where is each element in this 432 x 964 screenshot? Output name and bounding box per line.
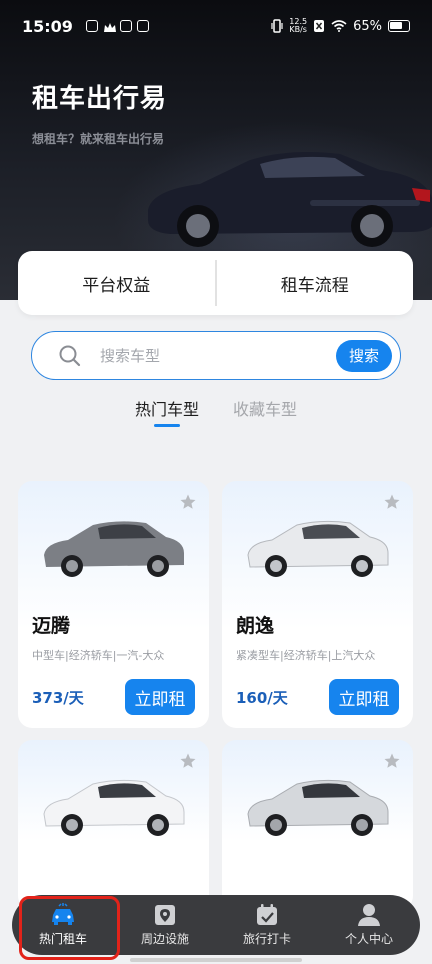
crown-icon bbox=[103, 20, 116, 32]
car-image bbox=[44, 521, 184, 577]
favorite-star-icon[interactable] bbox=[179, 752, 197, 770]
nav-nearby-facilities[interactable]: 周边设施 bbox=[114, 895, 216, 955]
car-name: 迈腾 bbox=[32, 615, 71, 637]
benefit-card: 平台权益 租车流程 bbox=[18, 251, 413, 315]
car-card[interactable]: 迈腾 中型车|经济轿车|一汽-大众 373/天 立即租 bbox=[18, 481, 209, 728]
wifi-icon bbox=[331, 20, 347, 32]
rental-process-button[interactable]: 租车流程 bbox=[217, 271, 414, 296]
mail-icon bbox=[136, 20, 149, 32]
favorite-star-icon[interactable] bbox=[383, 493, 401, 511]
status-bar: 15:09 12.5 KB/s 65% bbox=[0, 0, 432, 52]
vibrate-icon bbox=[271, 19, 283, 33]
nav-travel-checkin[interactable]: 旅行打卡 bbox=[216, 895, 318, 955]
favorite-star-icon[interactable] bbox=[179, 493, 197, 511]
hero-car-image bbox=[148, 152, 432, 247]
car-image bbox=[247, 779, 389, 836]
car-image bbox=[247, 520, 389, 577]
search-icon bbox=[59, 345, 81, 366]
platform-benefits-button[interactable]: 平台权益 bbox=[18, 271, 215, 296]
tab-hot-models[interactable]: 热门车型 bbox=[135, 396, 199, 427]
no-sim-icon bbox=[314, 20, 325, 32]
home-indicator[interactable] bbox=[130, 958, 302, 962]
selection-highlight bbox=[19, 896, 120, 960]
tab-favorite-models[interactable]: 收藏车型 bbox=[233, 396, 297, 424]
search-bar: 搜索 bbox=[31, 331, 401, 380]
nav-label: 旅行打卡 bbox=[242, 932, 291, 946]
car-price: 373/天 bbox=[32, 689, 84, 707]
notification-icon bbox=[85, 20, 98, 32]
car-price: 160/天 bbox=[236, 689, 288, 707]
location-pin-icon bbox=[155, 905, 175, 925]
car-tags: 中型车|经济轿车|一汽-大众 bbox=[32, 649, 165, 662]
hero-title: 租车出行易 bbox=[32, 84, 168, 114]
net-speed: 12.5 KB/s bbox=[289, 18, 307, 34]
person-icon bbox=[358, 904, 380, 926]
calendar-check-icon bbox=[257, 904, 277, 925]
car-tags: 紧凑型车|经济轿车|上汽大众 bbox=[236, 649, 376, 662]
car-card[interactable] bbox=[18, 740, 209, 910]
search-input[interactable] bbox=[100, 346, 336, 365]
car-card[interactable]: 朗逸 紧凑型车|经济轿车|上汽大众 160/天 立即租 bbox=[222, 481, 413, 728]
battery-percent: 65% bbox=[353, 18, 382, 34]
favorite-star-icon[interactable] bbox=[383, 752, 401, 770]
net-speed-unit: KB/s bbox=[289, 25, 307, 34]
car-image bbox=[43, 779, 185, 836]
app-icon bbox=[119, 20, 132, 32]
rent-now-button[interactable]: 立即租 bbox=[125, 679, 195, 715]
battery-icon bbox=[388, 20, 410, 32]
car-name: 朗逸 bbox=[236, 615, 275, 637]
car-card[interactable] bbox=[222, 740, 413, 910]
nav-label: 个人中心 bbox=[344, 932, 393, 946]
search-button[interactable]: 搜索 bbox=[336, 339, 392, 372]
status-time: 15:09 bbox=[22, 16, 73, 36]
tab-bar: 热门车型 收藏车型 bbox=[0, 396, 432, 428]
nav-profile[interactable]: 个人中心 bbox=[318, 895, 420, 955]
nav-label: 周边设施 bbox=[140, 932, 189, 946]
rent-now-button[interactable]: 立即租 bbox=[329, 679, 399, 715]
